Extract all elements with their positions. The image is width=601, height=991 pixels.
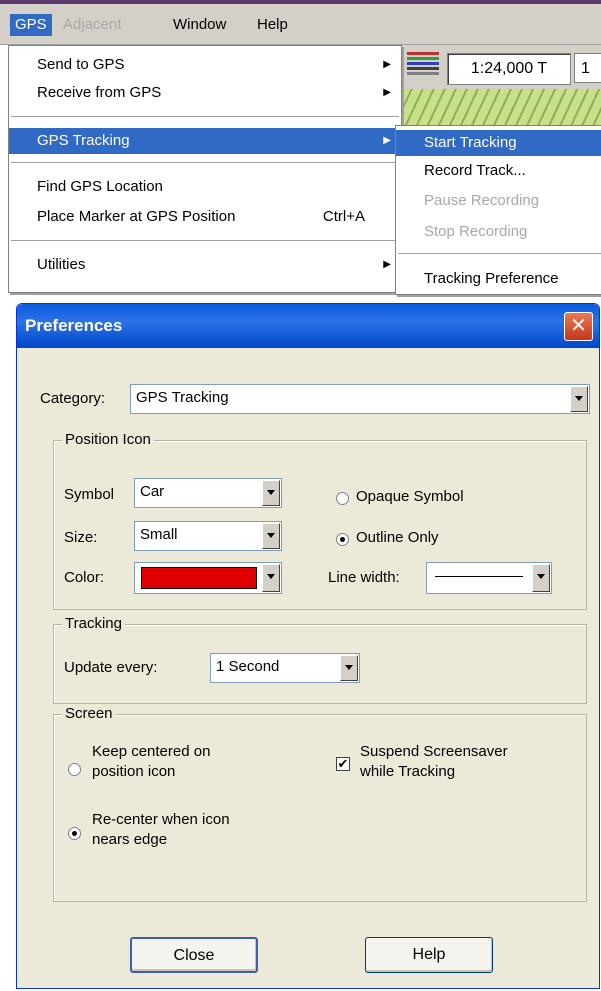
color-select[interactable]	[134, 562, 282, 594]
submenu-arrow-icon: ▶	[383, 135, 391, 146]
suspend-label-line2: while Tracking	[360, 763, 456, 780]
chevron-down-icon[interactable]	[340, 655, 358, 681]
menu-item-label: Send to GPS	[37, 56, 125, 73]
tracking-submenu: Start Tracking Record Track... Pause Rec…	[395, 125, 601, 295]
color-swatch	[141, 567, 257, 589]
preferences-dialog: Preferences ✕ Category: GPS Tracking Pos…	[16, 303, 600, 989]
tracking-group: Tracking Update every: 1 Second	[53, 615, 587, 704]
menu-separator	[11, 116, 399, 118]
submenu-item-start-tracking[interactable]: Start Tracking	[396, 130, 601, 156]
symbol-select[interactable]: Car	[134, 478, 282, 508]
chevron-down-icon[interactable]	[532, 564, 550, 592]
dialog-title: Preferences	[25, 316, 123, 335]
menu-item-utilities[interactable]: Utilities ▶	[9, 252, 401, 278]
menu-item-place-marker[interactable]: Place Marker at GPS Position Ctrl+A	[9, 204, 401, 230]
chevron-down-icon[interactable]	[262, 480, 280, 506]
submenu-item-stop-recording[interactable]: Stop Recording	[396, 219, 601, 245]
opaque-symbol-radio[interactable]	[336, 492, 349, 505]
submenu-item-label: Start Tracking	[424, 134, 517, 151]
submenu-item-pause-recording[interactable]: Pause Recording	[396, 188, 601, 214]
submenu-item-label: Stop Recording	[424, 223, 528, 240]
line-width-select[interactable]	[426, 562, 552, 594]
chevron-down-icon[interactable]	[262, 564, 280, 592]
recenter-label-line1: Re-center when icon	[92, 811, 230, 828]
category-select[interactable]: GPS Tracking	[130, 384, 590, 414]
screen-group: Screen Keep centered on position icon Re…	[53, 705, 587, 902]
submenu-arrow-icon: ▶	[383, 259, 391, 270]
screen-legend: Screen	[62, 705, 116, 723]
menu-separator	[11, 240, 399, 242]
suspend-label-line1: Suspend Screensaver	[360, 743, 508, 760]
position-icon-group: Position Icon Symbol Car Size: Small Col…	[53, 431, 587, 610]
submenu-item-label: Pause Recording	[424, 192, 540, 209]
tracking-legend: Tracking	[62, 615, 125, 633]
submenu-item-record-track[interactable]: Record Track...	[396, 158, 601, 184]
suspend-screensaver-checkbox[interactable]: ✔	[336, 757, 350, 771]
submenu-arrow-icon: ▶	[383, 87, 391, 98]
size-label: Size:	[64, 529, 98, 546]
submenu-item-label: Tracking Preference	[424, 270, 559, 287]
menu-help[interactable]: Help	[252, 14, 293, 36]
keep-centered-label-line2: position icon	[92, 763, 176, 780]
gps-menu: Send to GPS ▶ Receive from GPS ▶ GPS Tra…	[8, 45, 402, 293]
recenter-label-line2: nears edge	[92, 831, 168, 848]
line-width-sample	[435, 576, 523, 577]
menu-item-send-to-gps[interactable]: Send to GPS ▶	[9, 52, 401, 78]
menu-shortcut: Ctrl+A	[322, 208, 365, 225]
menu-item-label: Find GPS Location	[37, 178, 163, 195]
menu-item-label: GPS Tracking	[37, 132, 130, 149]
update-every-value: 1 Second	[216, 658, 280, 675]
submenu-item-label: Record Track...	[424, 162, 526, 179]
opaque-symbol-label: Opaque Symbol	[356, 488, 464, 505]
map-scale-field-next[interactable]: 1	[574, 53, 601, 83]
menu-item-gps-tracking[interactable]: GPS Tracking ▶	[9, 128, 401, 154]
size-value: Small	[140, 526, 178, 543]
layers-icon[interactable]	[407, 52, 439, 78]
symbol-value: Car	[140, 483, 165, 500]
submenu-item-tracking-preferences[interactable]: Tracking Preference	[396, 266, 601, 292]
line-width-label: Line width:	[328, 569, 400, 586]
menu-gps[interactable]: GPS	[10, 14, 52, 36]
menu-item-receive-from-gps[interactable]: Receive from GPS ▶	[9, 80, 401, 106]
chevron-down-icon[interactable]	[570, 386, 588, 412]
position-icon-legend: Position Icon	[62, 431, 154, 449]
menu-item-label: Receive from GPS	[37, 84, 162, 101]
keep-centered-label-line1: Keep centered on	[92, 743, 211, 760]
update-every-label: Update every:	[64, 659, 158, 676]
map-scale-field[interactable]: 1:24,000 T	[447, 53, 571, 85]
menu-separator	[11, 162, 399, 164]
outline-only-label: Outline Only	[356, 529, 439, 546]
outline-only-radio[interactable]	[336, 533, 349, 546]
menu-adjacent[interactable]: Adjacent	[58, 14, 126, 36]
symbol-label: Symbol	[64, 486, 115, 503]
recenter-radio[interactable]	[68, 827, 81, 840]
chevron-down-icon[interactable]	[262, 523, 280, 549]
category-value: GPS Tracking	[136, 389, 229, 406]
menu-window[interactable]: Window	[168, 14, 231, 36]
keep-centered-radio[interactable]	[68, 763, 81, 776]
menu-item-label: Utilities	[37, 256, 86, 273]
help-button[interactable]: Help	[365, 937, 493, 973]
menu-item-find-gps-location[interactable]: Find GPS Location	[9, 174, 401, 200]
menu-item-label: Place Marker at GPS Position	[37, 208, 236, 225]
menu-bar: GPS Adjacent Window Help	[0, 4, 601, 45]
dialog-body: Category: GPS Tracking Position Icon Sym…	[20, 348, 594, 984]
category-label: Category:	[40, 390, 106, 407]
update-every-select[interactable]: 1 Second	[210, 653, 360, 683]
submenu-arrow-icon: ▶	[383, 59, 391, 70]
close-button[interactable]: Close	[130, 937, 258, 973]
size-select[interactable]: Small	[134, 521, 282, 551]
dialog-title-bar[interactable]: Preferences	[17, 304, 599, 348]
close-icon[interactable]: ✕	[564, 312, 593, 341]
menu-separator	[398, 253, 601, 255]
color-label: Color:	[64, 569, 105, 586]
